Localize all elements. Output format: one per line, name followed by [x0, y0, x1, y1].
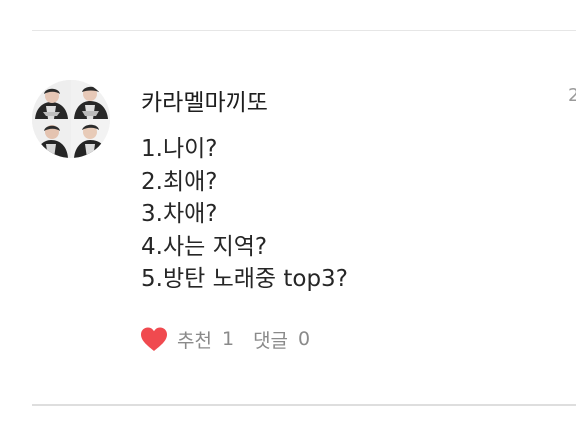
avatar[interactable]	[32, 80, 110, 158]
comment-timestamp: 2	[568, 85, 576, 106]
like-button[interactable]: 추천 1	[140, 326, 234, 353]
profile-collage-avatar-icon	[32, 80, 110, 158]
comment-username[interactable]: 카라멜마끼또	[141, 83, 268, 117]
comment-body: 1.나이? 2.최애? 3.차애? 4.사는 지역? 5.방탄 노래중 top3…	[141, 133, 348, 296]
heart-icon[interactable]	[140, 326, 168, 352]
comment-line: 4.사는 지역?	[141, 233, 268, 260]
top-divider	[32, 30, 576, 31]
like-count: 1	[221, 328, 235, 350]
comment-line: 3.차애?	[141, 201, 218, 227]
reply-count: 0	[298, 328, 311, 350]
reply-label: 댓글	[253, 329, 289, 352]
comment-actions: 추천 1 댓글 0	[140, 325, 310, 353]
comment-line: 1.나이?	[141, 136, 218, 162]
bottom-divider	[32, 404, 576, 406]
reply-button[interactable]: 댓글 0	[253, 326, 310, 353]
like-label: 추천	[177, 329, 212, 352]
comment-line: 2.최애?	[141, 168, 218, 195]
comment-page: 카라멜마끼또 2 1.나이? 2.최애? 3.차애? 4.사는 지역? 5.방탄…	[0, 0, 576, 432]
comment-line: 5.방탄 노래중 top3?	[141, 266, 348, 292]
